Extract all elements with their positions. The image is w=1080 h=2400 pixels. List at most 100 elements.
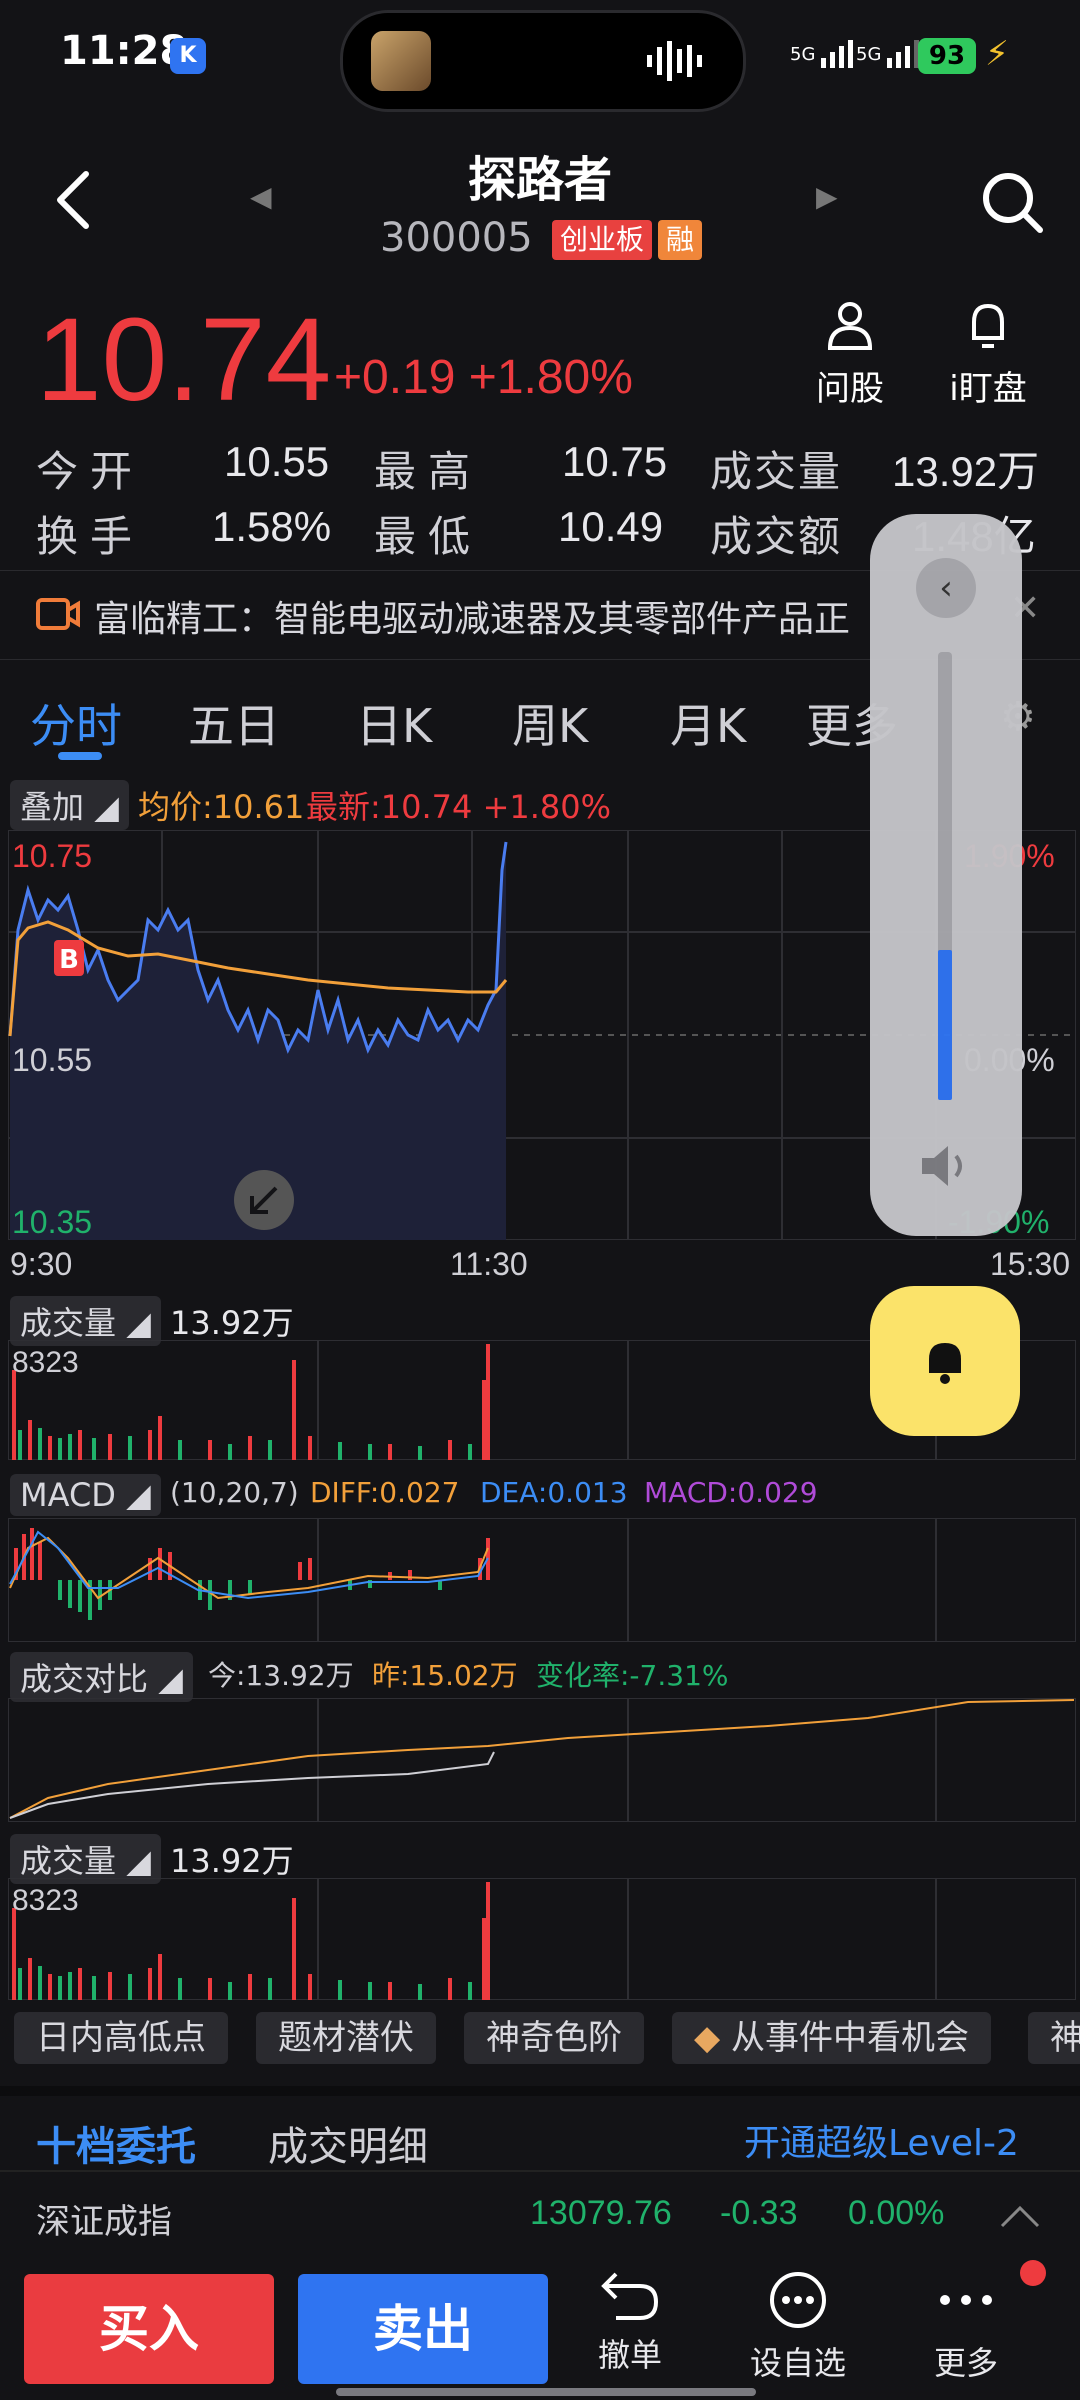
- stat-label-volume: 成交量: [710, 447, 843, 496]
- k-app-icon: K: [170, 38, 206, 74]
- buy-marker: B: [59, 945, 79, 975]
- volume-dropdown[interactable]: 成交量 ◢: [10, 1296, 161, 1346]
- sell-button[interactable]: 卖出: [298, 2274, 548, 2384]
- volume-dropdown-2[interactable]: 成交量 ◢: [10, 1834, 161, 1884]
- search-icon[interactable]: [980, 170, 1044, 234]
- more-circle-icon: [770, 2272, 826, 2328]
- news-text[interactable]: 富临精工：智能电驱动减速器及其零部件产品正: [94, 590, 850, 642]
- signal-icon-2: 5G: [856, 38, 923, 68]
- ask-stock-button[interactable]: 问股: [800, 300, 900, 410]
- speaker-icon: [922, 1146, 962, 1186]
- stock-name: 探路者: [467, 152, 612, 208]
- index-change: -0.33: [720, 2194, 798, 2232]
- watch-market-button[interactable]: i盯盘: [938, 300, 1038, 410]
- more-button[interactable]: 更多: [916, 2270, 1016, 2384]
- upgrade-level2-link[interactable]: 开通超级Level-2: [744, 2114, 1019, 2166]
- price-change: +0.19 +1.80%: [334, 351, 633, 404]
- cancel-order-label: 撤单: [597, 2336, 662, 2374]
- stat-label-low: 最低: [374, 512, 483, 561]
- tab-five-day[interactable]: 五日: [188, 690, 280, 756]
- stat-label-high: 最高: [374, 447, 483, 496]
- volume-peak-label: 8323: [12, 1346, 79, 1379]
- dynamic-island[interactable]: [340, 10, 746, 112]
- ask-stock-label: 问股: [816, 369, 884, 409]
- chevron-up-icon[interactable]: [1000, 2204, 1040, 2228]
- tab-daily-k[interactable]: 日K: [356, 690, 432, 756]
- volume-level: [938, 950, 952, 1100]
- watch-market-label: i盯盘: [949, 369, 1027, 409]
- stat-value-open: 10.55: [224, 438, 330, 485]
- add-watchlist-button[interactable]: 设自选: [748, 2270, 848, 2384]
- next-stock-icon[interactable]: ▶: [816, 180, 838, 213]
- y-axis-top: 10.75: [12, 838, 93, 874]
- user-question-icon: [827, 302, 873, 350]
- stock-code: 300005: [380, 215, 533, 261]
- index-name[interactable]: 深证成指: [36, 2194, 172, 2243]
- x-axis-midday: 11:30: [450, 1246, 528, 1282]
- album-art-icon: [371, 31, 431, 91]
- macd-params: (10,20,7): [170, 1476, 299, 1509]
- macd-dropdown[interactable]: MACD ◢: [10, 1474, 161, 1516]
- signal-icon-1: 5G: [790, 38, 857, 68]
- chip-intraday-high-low[interactable]: 日内高低点: [14, 2012, 228, 2064]
- more-label: 更多: [933, 2344, 998, 2382]
- compare-dropdown[interactable]: 成交对比 ◢: [10, 1652, 193, 1702]
- compare-today: 今:13.92万: [208, 1659, 354, 1692]
- macd-dea: DEA:0.013: [480, 1476, 628, 1509]
- board-tag: 创业板: [552, 220, 653, 260]
- tab-trade-details[interactable]: 成交明细: [268, 2114, 428, 2172]
- tab-monthly-k[interactable]: 月K: [670, 690, 746, 756]
- index-pct: 0.00%: [848, 2194, 945, 2232]
- cancel-order-button[interactable]: 撤单: [580, 2270, 680, 2376]
- volume-overlay[interactable]: ‹: [870, 514, 1022, 1236]
- divider: [0, 2170, 1080, 2172]
- chip-more[interactable]: 神: [1028, 2012, 1080, 2064]
- stat-value-turnover: 1.58%: [212, 503, 332, 550]
- macd-diff: DIFF:0.027: [310, 1476, 460, 1509]
- stat-label-turnover: 换手: [36, 512, 145, 561]
- volume-total-2: 13.92万: [170, 1842, 294, 1880]
- divider: [0, 2086, 1080, 2096]
- chip-theme-hidden[interactable]: 题材潜伏: [256, 2012, 436, 2064]
- stat-value-high: 10.75: [562, 438, 668, 485]
- tab-weekly-k[interactable]: 周K: [512, 690, 588, 756]
- tab-intraday[interactable]: 分时: [30, 690, 122, 756]
- compare-yesterday: 昨:15.02万: [372, 1659, 518, 1692]
- chip-magic-color[interactable]: 神奇色阶: [464, 2012, 644, 2064]
- x-axis-close: 15:30: [990, 1246, 1071, 1282]
- tab-active-indicator: [58, 752, 102, 760]
- stat-label-amount: 成交额: [710, 512, 843, 561]
- volume-total: 13.92万: [170, 1304, 294, 1342]
- bell-outline-icon: [972, 303, 1004, 348]
- compare-chart: [8, 1698, 1076, 1822]
- tab-order-book[interactable]: 十档委托: [36, 2114, 196, 2172]
- overlay-dropdown[interactable]: 叠加 ◢: [10, 780, 129, 830]
- compare-change: 变化率:-7.31%: [536, 1659, 729, 1692]
- y-axis-bottom: 10.35: [12, 1204, 93, 1240]
- volume-chart-2: [8, 1878, 1076, 2000]
- alert-bell-button[interactable]: [870, 1286, 1020, 1436]
- index-value: 13079.76: [530, 2194, 672, 2232]
- volume-slider[interactable]: [938, 652, 952, 1100]
- collapse-volume-icon[interactable]: ‹: [916, 558, 976, 618]
- macd-chart: [8, 1518, 1076, 1642]
- margin-tag: 融: [658, 220, 703, 260]
- buy-button[interactable]: 买入: [24, 2274, 274, 2384]
- latest-price-label: 最新:10.74 +1.80%: [306, 788, 612, 826]
- diamond-icon: ◆: [694, 2018, 731, 2058]
- ellipsis-icon: [940, 2295, 992, 2305]
- charging-icon: ⚡: [985, 34, 1009, 74]
- stat-label-open: 今开: [36, 447, 145, 496]
- bell-icon: [929, 1343, 961, 1384]
- avg-price-label: 均价:10.61: [138, 788, 305, 826]
- clock: 11:28: [60, 28, 188, 74]
- add-watchlist-label: 设自选: [749, 2344, 846, 2382]
- home-indicator[interactable]: [336, 2388, 756, 2396]
- stat-value-low: 10.49: [558, 503, 664, 550]
- chip-event-opportunity[interactable]: ◆ 从事件中看机会: [672, 2012, 991, 2064]
- macd-value: MACD:0.029: [644, 1476, 818, 1509]
- status-bar: 11:28 K 5G 5G 93 ⚡: [0, 0, 1080, 120]
- undo-icon: [601, 2272, 659, 2320]
- y-axis-mid: 10.55: [12, 1042, 93, 1078]
- volume-peak-label-2: 8323: [12, 1884, 79, 1917]
